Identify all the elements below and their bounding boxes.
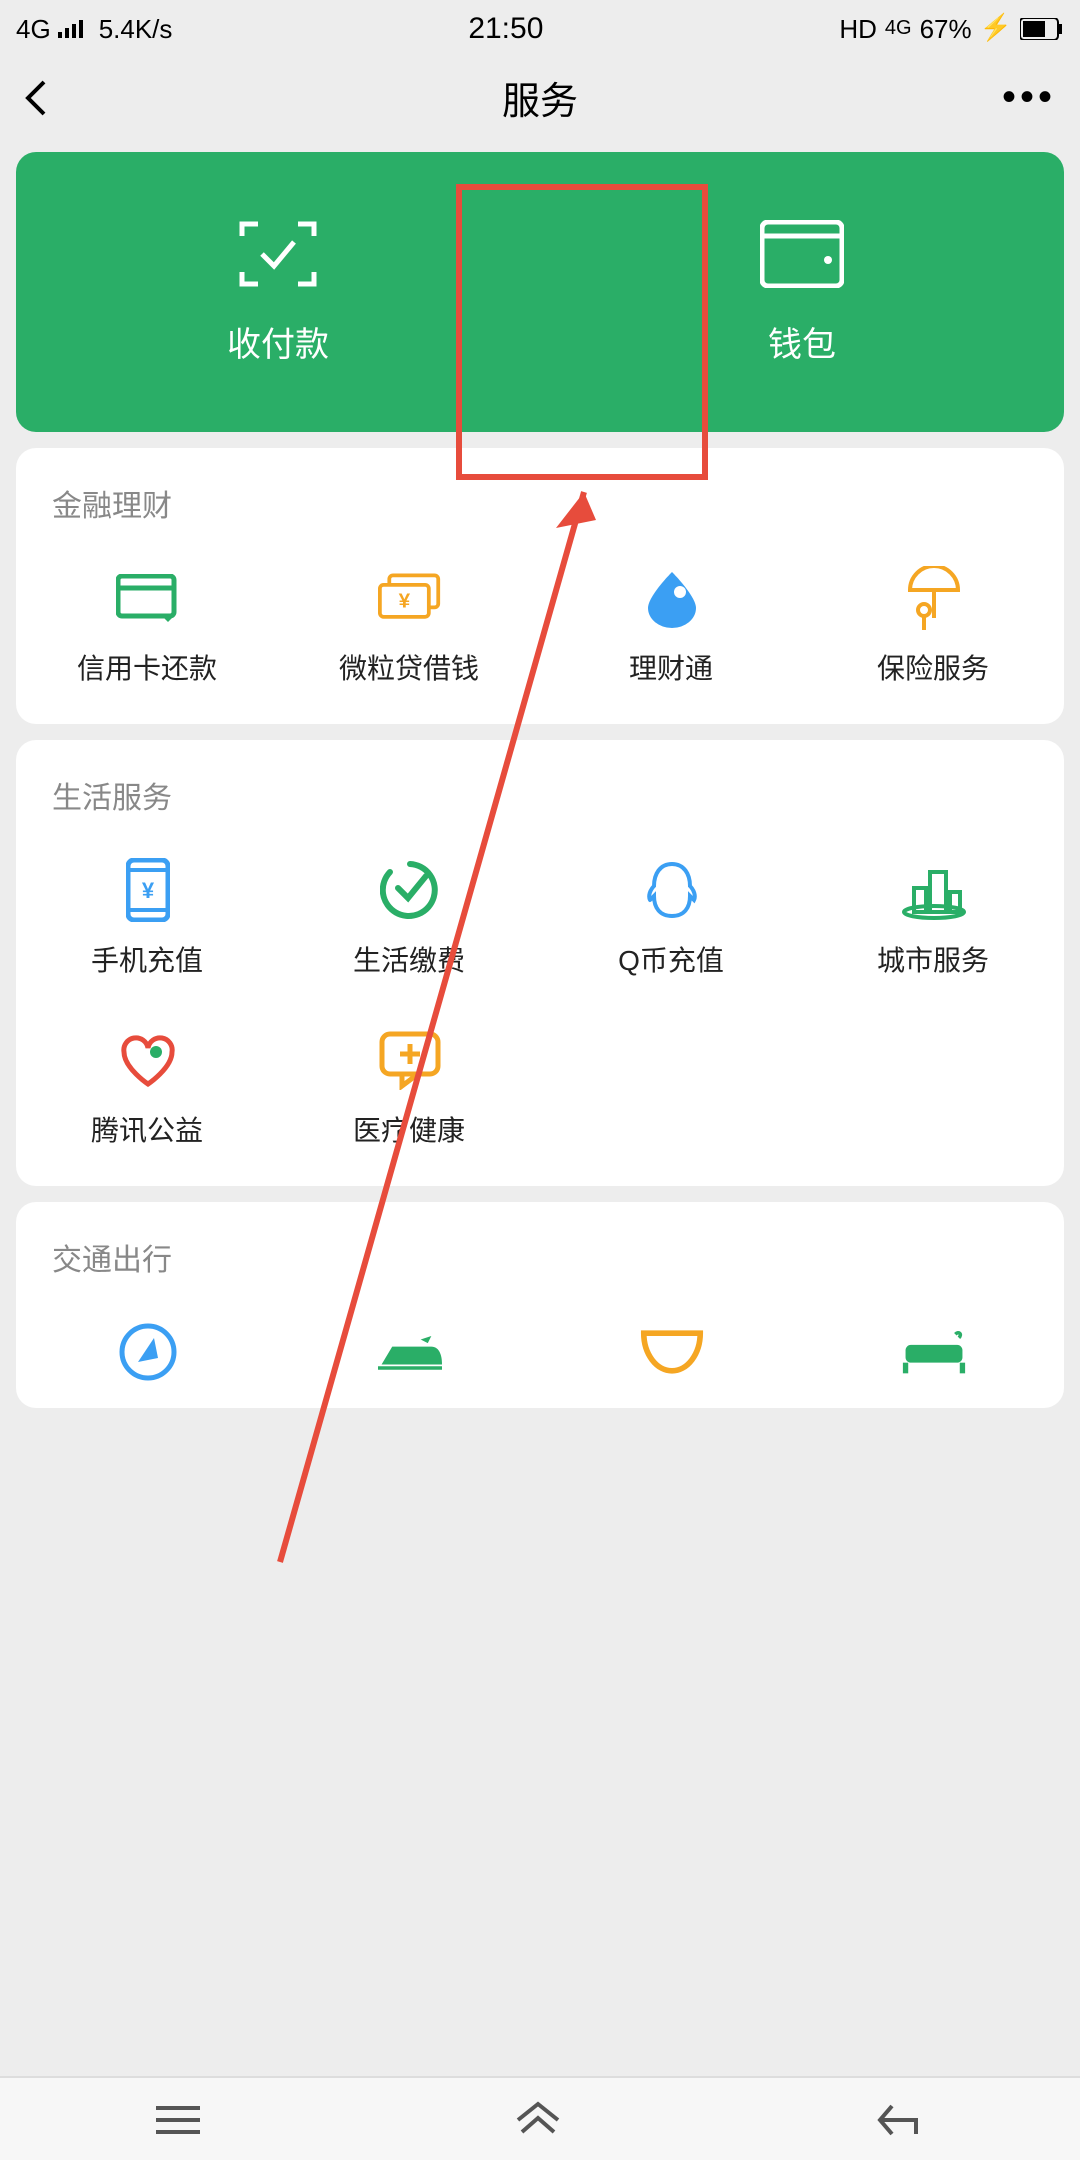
charging-icon: ⚡ bbox=[980, 12, 1012, 44]
money-stack-icon: ¥ bbox=[377, 566, 441, 630]
hotel-bed-icon bbox=[901, 1320, 965, 1384]
grid-label: 信用卡还款 bbox=[77, 648, 217, 688]
network-speed: 5.4K/s bbox=[99, 13, 173, 43]
water-drop-icon bbox=[639, 566, 703, 630]
wallet-icon bbox=[760, 219, 844, 287]
medical-health-button[interactable]: 医疗健康 bbox=[278, 1028, 540, 1150]
insurance-button[interactable]: 保险服务 bbox=[802, 566, 1064, 688]
transport-title: 交通出行 bbox=[16, 1238, 1064, 1296]
back-button[interactable] bbox=[24, 78, 84, 118]
wallet-label: 钱包 bbox=[768, 315, 836, 365]
grid-label: 保险服务 bbox=[877, 648, 989, 688]
train-icon bbox=[377, 1320, 441, 1384]
credit-card-repay-button[interactable]: 信用卡还款 bbox=[16, 566, 278, 688]
finance-section: 金融理财 信用卡还款 ¥ 微粒贷借钱 理财通 保险服务 bbox=[16, 448, 1064, 724]
grid-label: 理财通 bbox=[629, 648, 713, 688]
qr-scan-icon bbox=[238, 219, 318, 287]
system-nav-bar bbox=[0, 2076, 1080, 2160]
grid-label: 医疗健康 bbox=[353, 1110, 465, 1150]
transport-item-3[interactable] bbox=[540, 1320, 802, 1384]
transport-item-1[interactable] bbox=[16, 1320, 278, 1384]
back-system-button[interactable] bbox=[875, 2101, 923, 2137]
life-section: 生活服务 ¥ 手机充值 生活缴费 Q币充值 城市服务 bbox=[16, 740, 1064, 1186]
grid-label: Q币充值 bbox=[618, 940, 724, 980]
signal-4g: 4G bbox=[885, 17, 912, 39]
finance-title: 金融理财 bbox=[16, 484, 1064, 542]
check-circle-icon bbox=[377, 858, 441, 922]
more-button[interactable]: ••• bbox=[996, 75, 1056, 121]
grid-label: 微粒贷借钱 bbox=[339, 648, 479, 688]
grid-label: 生活缴费 bbox=[353, 940, 465, 980]
licaitong-button[interactable]: 理财通 bbox=[540, 566, 802, 688]
grid-label: 腾讯公益 bbox=[91, 1110, 203, 1150]
compass-icon bbox=[115, 1320, 179, 1384]
grid-label: 城市服务 bbox=[877, 940, 989, 980]
phone-recharge-button[interactable]: ¥ 手机充值 bbox=[16, 858, 278, 980]
life-title: 生活服务 bbox=[16, 776, 1064, 834]
signal-bars-icon bbox=[59, 18, 91, 38]
hero-card: 收付款 钱包 bbox=[16, 152, 1064, 432]
transport-section: 交通出行 bbox=[16, 1202, 1064, 1408]
network-type: 4G bbox=[16, 13, 51, 43]
transport-item-4[interactable] bbox=[802, 1320, 1064, 1384]
tencent-charity-button[interactable]: 腾讯公益 bbox=[16, 1028, 278, 1150]
status-bar: 4G 5.4K/s 21:50 HD 4G 67% ⚡ bbox=[0, 0, 1080, 56]
didi-icon bbox=[639, 1320, 703, 1384]
nav-header: 服务 ••• bbox=[0, 56, 1080, 140]
pay-receive-label: 收付款 bbox=[227, 315, 329, 365]
utilities-button[interactable]: 生活缴费 bbox=[278, 858, 540, 980]
home-button[interactable] bbox=[514, 2099, 562, 2139]
transport-item-2[interactable] bbox=[278, 1320, 540, 1384]
hd-indicator: HD bbox=[839, 13, 877, 43]
qq-penguin-icon bbox=[639, 858, 703, 922]
battery-icon bbox=[1020, 17, 1064, 39]
wallet-button[interactable]: 钱包 bbox=[540, 152, 1064, 432]
grid-label: 手机充值 bbox=[91, 940, 203, 980]
weilidai-button[interactable]: ¥ 微粒贷借钱 bbox=[278, 566, 540, 688]
credit-card-icon bbox=[115, 566, 179, 630]
city-buildings-icon bbox=[901, 858, 965, 922]
status-time: 21:50 bbox=[468, 11, 543, 45]
city-services-button[interactable]: 城市服务 bbox=[802, 858, 1064, 980]
page-title: 服务 bbox=[502, 71, 578, 125]
qcoin-button[interactable]: Q币充值 bbox=[540, 858, 802, 980]
heart-hands-icon bbox=[115, 1028, 179, 1092]
svg-text:¥: ¥ bbox=[398, 589, 410, 612]
pay-receive-button[interactable]: 收付款 bbox=[16, 152, 540, 432]
medical-chat-icon bbox=[377, 1028, 441, 1092]
phone-icon: ¥ bbox=[115, 858, 179, 922]
battery-percent: 67% bbox=[920, 13, 972, 43]
recent-apps-button[interactable] bbox=[157, 2103, 201, 2135]
svg-text:¥: ¥ bbox=[141, 878, 154, 903]
umbrella-person-icon bbox=[901, 566, 965, 630]
